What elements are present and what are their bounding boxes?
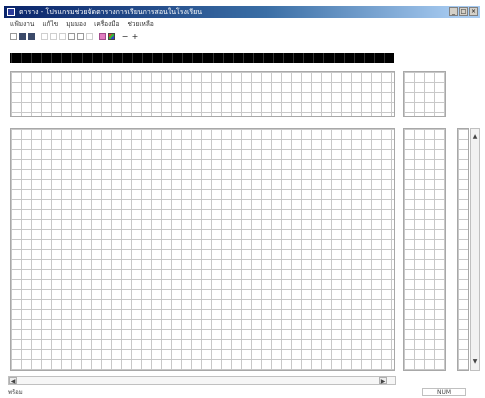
period-header-cell[interactable] xyxy=(313,53,323,63)
scroll-up-icon[interactable]: ▲ xyxy=(471,133,479,141)
calendar-icon[interactable] xyxy=(99,33,106,40)
period-header-cell[interactable] xyxy=(182,53,192,63)
period-header-cell[interactable] xyxy=(333,53,343,63)
period-header-bar xyxy=(10,53,394,63)
period-header-cell[interactable] xyxy=(81,53,91,63)
period-header-cell[interactable] xyxy=(31,53,41,63)
period-header-cell[interactable] xyxy=(293,53,303,63)
minimize-button[interactable]: _ xyxy=(449,7,458,16)
menu-help[interactable]: ช่วยเหลือ xyxy=(127,19,153,30)
menu-bar: แฟ้มงาน แก้ไข มุมมอง เครื่องมือ ช่วยเหลื… xyxy=(4,19,480,30)
find-icon[interactable] xyxy=(68,33,75,40)
period-header-cell[interactable] xyxy=(111,53,121,63)
period-header-cell[interactable] xyxy=(192,53,202,63)
period-header-cell[interactable] xyxy=(91,53,101,63)
side-header-grid[interactable] xyxy=(403,71,446,117)
period-header-cell[interactable] xyxy=(363,53,373,63)
window-title: ตาราง - โปรแกรมช่วยจัดตารางการเรียนการสอ… xyxy=(19,8,203,16)
window-controls: _ □ × xyxy=(449,7,478,16)
period-header-cell[interactable] xyxy=(383,53,393,63)
period-header-cell[interactable] xyxy=(172,53,182,63)
period-header-cell[interactable] xyxy=(262,53,273,63)
zoom-in-button[interactable]: + xyxy=(131,32,139,41)
period-header-cell[interactable] xyxy=(71,53,81,63)
period-header-cell[interactable] xyxy=(242,53,252,63)
toolbar: − + xyxy=(4,31,480,42)
status-bar: พร้อม NUM xyxy=(4,388,480,398)
palette-icon[interactable] xyxy=(108,33,115,40)
period-header-cell[interactable] xyxy=(283,53,293,63)
paste-icon[interactable] xyxy=(59,33,66,40)
copy-icon[interactable] xyxy=(50,33,57,40)
zoom-out-button[interactable]: − xyxy=(121,32,129,41)
period-header-cell[interactable] xyxy=(41,53,51,63)
timetable-header-grid[interactable] xyxy=(10,71,395,117)
period-header-cell[interactable] xyxy=(373,53,383,63)
period-header-cell[interactable] xyxy=(142,53,152,63)
period-header-cell[interactable] xyxy=(222,53,232,63)
new-document-icon[interactable] xyxy=(10,33,17,40)
period-header-cell[interactable] xyxy=(162,53,172,63)
period-header-cell[interactable] xyxy=(252,53,262,63)
period-header-cell[interactable] xyxy=(343,53,353,63)
period-header-cell[interactable] xyxy=(232,53,242,63)
period-header-cell[interactable] xyxy=(323,53,333,63)
period-header-cell[interactable] xyxy=(303,53,313,63)
menu-view[interactable]: มุมมอง xyxy=(66,19,86,30)
period-header-cell[interactable] xyxy=(61,53,71,63)
print-icon[interactable] xyxy=(77,33,84,40)
period-header-cell[interactable] xyxy=(121,53,131,63)
scroll-right-icon[interactable]: ▶ xyxy=(379,377,387,385)
app-icon xyxy=(7,8,15,16)
period-header-cell[interactable] xyxy=(273,53,283,63)
status-panel: NUM xyxy=(422,388,466,396)
horizontal-scrollbar[interactable]: ◀ ▶ xyxy=(8,376,396,385)
close-button[interactable]: × xyxy=(469,7,478,16)
properties-icon[interactable] xyxy=(86,33,93,40)
menu-file[interactable]: แฟ้มงาน xyxy=(10,19,34,30)
period-header-cell[interactable] xyxy=(11,53,21,63)
menu-tools[interactable]: เครื่องมือ xyxy=(94,19,119,30)
period-header-cell[interactable] xyxy=(353,53,363,63)
title-bar[interactable]: ตาราง - โปรแกรมช่วยจัดตารางการเรียนการสอ… xyxy=(4,6,480,18)
status-text: พร้อม xyxy=(8,389,23,396)
period-header-cell[interactable] xyxy=(21,53,31,63)
period-header-cell[interactable] xyxy=(101,53,111,63)
period-header-cell[interactable] xyxy=(51,53,61,63)
scroll-down-icon[interactable]: ▼ xyxy=(471,358,479,366)
scroll-left-icon[interactable]: ◀ xyxy=(9,377,17,385)
menu-edit[interactable]: แก้ไข xyxy=(42,19,58,30)
period-header-cell[interactable] xyxy=(131,53,142,63)
period-header-cell[interactable] xyxy=(152,53,162,63)
timetable-grid[interactable] xyxy=(10,128,395,371)
cut-icon[interactable] xyxy=(41,33,48,40)
maximize-button[interactable]: □ xyxy=(459,7,468,16)
save-icon[interactable] xyxy=(28,33,35,40)
side-list-column[interactable] xyxy=(457,128,469,371)
period-header-cell[interactable] xyxy=(212,53,222,63)
period-header-cell[interactable] xyxy=(202,53,212,63)
side-grid[interactable] xyxy=(403,128,446,371)
vertical-scrollbar[interactable]: ▲ ▼ xyxy=(470,128,480,371)
open-folder-icon[interactable] xyxy=(19,33,26,40)
